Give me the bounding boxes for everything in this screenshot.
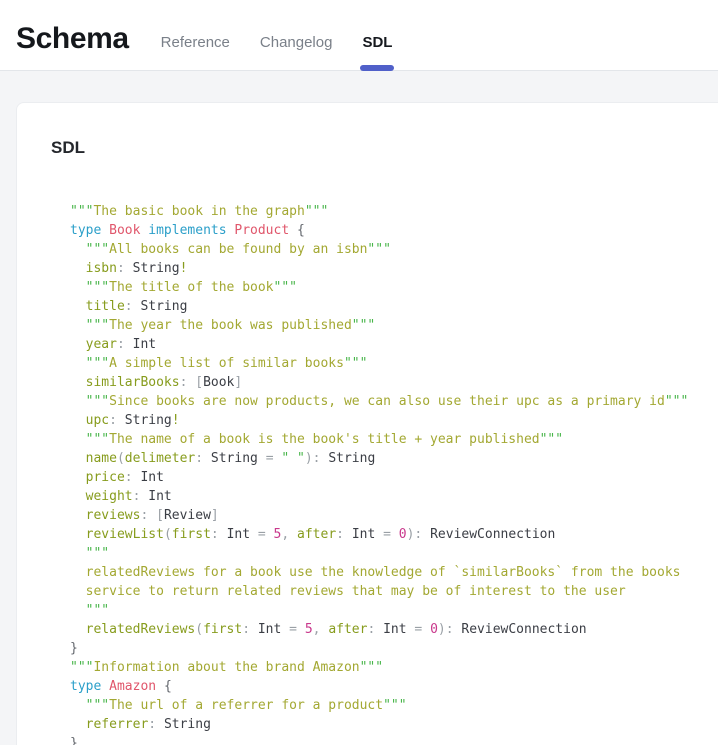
code-line: reviewList(first: Int = 5, after: Int = … xyxy=(70,525,718,544)
sdl-card: SDL """The basic book in the graph"""typ… xyxy=(16,102,718,745)
tab-reference[interactable]: Reference xyxy=(161,8,230,70)
code-line: """The title of the book""" xyxy=(70,278,718,297)
sdl-code-block: """The basic book in the graph"""type Bo… xyxy=(51,202,718,745)
page-header: Schema Reference Changelog SDL xyxy=(0,0,718,71)
code-line: price: Int xyxy=(70,468,718,487)
code-line: type Book implements Product { xyxy=(70,221,718,240)
page-title: Schema xyxy=(16,22,129,56)
code-line: upc: String! xyxy=(70,411,718,430)
code-line: """A simple list of similar books""" xyxy=(70,354,718,373)
code-line: """The year the book was published""" xyxy=(70,316,718,335)
code-line: """The url of a referrer for a product""… xyxy=(70,696,718,715)
code-line: } xyxy=(70,734,718,745)
code-line: relatedReviews(first: Int = 5, after: In… xyxy=(70,620,718,639)
code-line: name(delimeter: String = " "): String xyxy=(70,449,718,468)
code-line: service to return related reviews that m… xyxy=(70,582,718,601)
code-line: isbn: String! xyxy=(70,259,718,278)
code-line: referrer: String xyxy=(70,715,718,734)
code-line: """The basic book in the graph""" xyxy=(70,202,718,221)
code-line: """ xyxy=(70,601,718,620)
code-line: """Information about the brand Amazon""" xyxy=(70,658,718,677)
tab-changelog[interactable]: Changelog xyxy=(260,8,333,70)
code-line: title: String xyxy=(70,297,718,316)
code-line: """Since books are now products, we can … xyxy=(70,392,718,411)
code-line: weight: Int xyxy=(70,487,718,506)
code-line: type Amazon { xyxy=(70,677,718,696)
sdl-heading: SDL xyxy=(51,138,718,158)
code-line: year: Int xyxy=(70,335,718,354)
code-line: reviews: [Review] xyxy=(70,506,718,525)
tab-sdl-label: SDL xyxy=(362,34,392,51)
code-line: """The name of a book is the book's titl… xyxy=(70,430,718,449)
code-line: """All books can be found by an isbn""" xyxy=(70,240,718,259)
tab-sdl[interactable]: SDL xyxy=(362,8,392,70)
code-line: relatedReviews for a book use the knowle… xyxy=(70,563,718,582)
code-line: similarBooks: [Book] xyxy=(70,373,718,392)
code-line: """ xyxy=(70,544,718,563)
tab-bar: Reference Changelog SDL xyxy=(161,8,393,70)
active-tab-indicator xyxy=(360,65,394,71)
code-line: } xyxy=(70,639,718,658)
